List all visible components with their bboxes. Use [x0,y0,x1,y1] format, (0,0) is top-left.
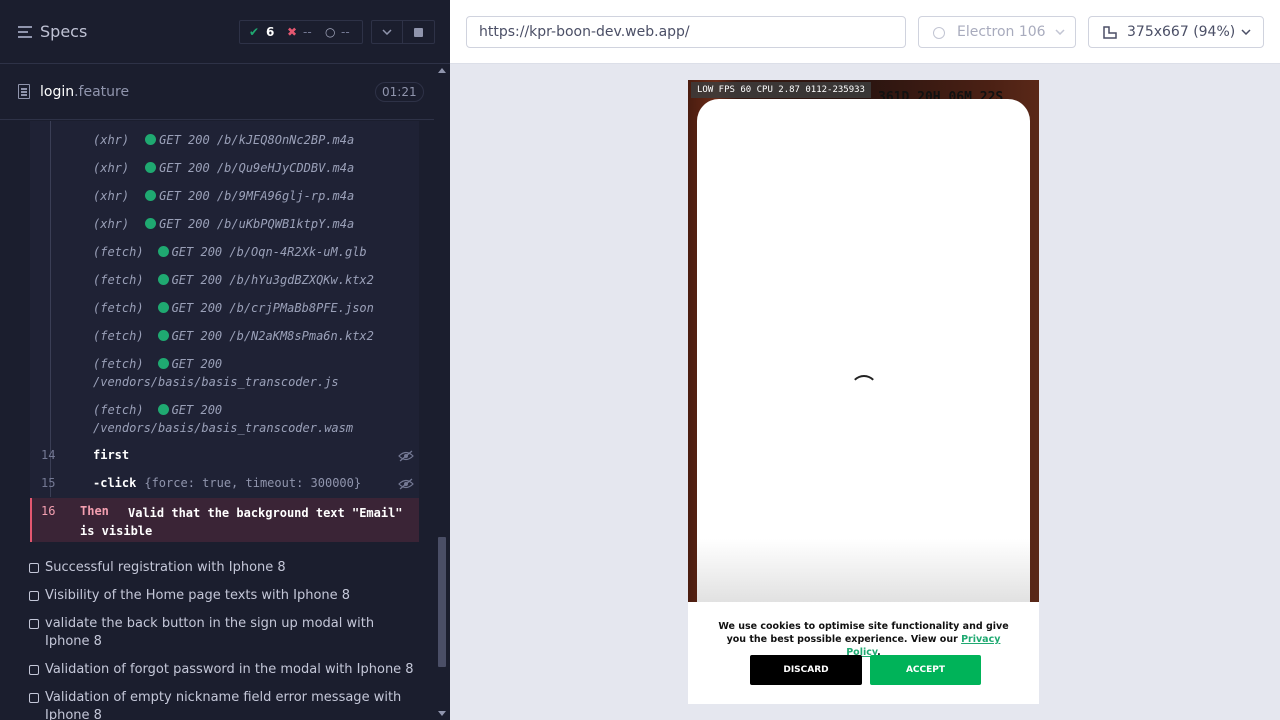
scroll-down-arrow-icon[interactable] [438,711,446,716]
command-number: 14 [41,448,56,462]
stop-icon [414,28,423,37]
test-item[interactable]: Validation of forgot password in the mod… [29,661,419,679]
loading-spinner-icon [850,375,878,403]
test-item[interactable]: Successful registration with Iphone 8 [29,559,419,577]
command-row[interactable]: 15 -click {force: true, timeout: 300000} [30,470,419,498]
accept-button[interactable]: ACCEPT [870,655,981,685]
status-dot-icon [145,134,157,145]
step-number: 16 [41,504,56,518]
modal-fade [697,539,1030,609]
specs-header: Specs ✔ 6 ✖ -- ○ -- [0,0,450,64]
failed-count: -- [303,25,312,39]
ruler-icon [1103,26,1117,39]
command-number: 15 [41,476,56,490]
status-dot-icon [157,330,169,341]
status-dot-icon [157,274,169,285]
spec-file-row: login.feature 01:21 [0,65,434,120]
status-dot-icon [157,246,169,257]
test-item[interactable]: validate the back button in the sign up … [29,615,419,651]
discard-button[interactable]: DISCARD [750,655,862,685]
app-preview-panel: https://kpr-boon-dev.web.app/ Electron 1… [450,0,1280,720]
cookie-message: We use cookies to optimise site function… [718,621,1009,658]
scroll-up-arrow-icon[interactable] [438,68,446,73]
status-dot-icon [145,218,157,229]
command-name: first [93,448,130,462]
log-entry[interactable]: (xhr) GET 200 /b/Qu9eHJyCDDBV.m4a [93,159,354,177]
status-dot-icon [157,302,169,313]
test-item[interactable]: Validation of empty nickname field error… [29,689,419,720]
command-args: {force: true, timeout: 300000} [144,476,362,490]
log-entry[interactable]: (fetch) GET 200 /b/hYu3gdBZXQKw.ktx2 [93,271,374,289]
log-entry[interactable]: (xhr) GET 200 /b/uKbPQWB1ktpY.m4a [93,215,354,233]
pending-test-icon [29,591,39,601]
eye-slash-icon [398,478,414,490]
specs-title[interactable]: Specs [40,22,87,41]
log-entry[interactable]: (xhr) GET 200 /b/kJEQ8OnNc2BP.m4a [93,131,354,149]
chevron-down-icon [382,29,392,35]
command-guide-line [50,121,51,497]
command-row[interactable]: 14 first [30,442,419,470]
pending-count: -- [341,25,350,39]
failed-step-row[interactable]: 16 Then Valid that the background text "… [30,498,419,542]
status-dot-icon [157,404,169,415]
log-entry[interactable]: (fetch) GET 200/vendors/basis/basis_trans… [93,401,353,437]
log-entry[interactable]: (fetch) GET 200/vendors/basis/basis_trans… [93,355,339,391]
x-icon: ✖ [287,25,298,39]
log-entry[interactable]: (fetch) GET 200 /b/crjPMaBb8PFE.json [93,299,374,317]
chevron-down-icon [1241,29,1251,35]
pending-test-icon [29,563,39,573]
run-duration-badge: 01:21 [375,82,424,102]
stop-button[interactable] [403,20,435,44]
scrollbar[interactable] [435,64,450,720]
scrollbar-thumb[interactable] [438,537,446,667]
eye-slash-icon [398,450,414,462]
test-item[interactable]: Visibility of the Home page texts with I… [29,587,419,605]
step-text: Valid that the background text "Email" i… [80,506,403,538]
chevron-down-icon [1055,29,1065,35]
command-name: -click {force: true, timeout: 300000} [93,476,362,490]
status-dot-icon [145,190,157,201]
document-icon [18,84,30,99]
reporter-panel: Specs ✔ 6 ✖ -- ○ -- login.feature 01:21 … [0,0,450,720]
check-icon: ✔ [249,25,260,39]
log-entry[interactable]: (xhr) GET 200 /b/9MFA96glj-rp.m4a [93,187,354,205]
status-dot-icon [145,162,157,173]
log-entry[interactable]: (fetch) GET 200 /b/Oqn-4R2Xk-uM.glb [93,243,367,261]
pending-test-icon [29,693,39,703]
menu-icon[interactable] [18,26,32,38]
passed-count: 6 [266,25,275,39]
status-dot-icon [157,358,169,369]
viewport-select[interactable]: 375x667 (94%) [1088,16,1264,48]
options-dropdown-button[interactable] [371,20,403,44]
spec-file-name[interactable]: login.feature [40,84,129,100]
log-entry[interactable]: (fetch) GET 200 /b/N2aKM8sPma6n.ktx2 [93,327,374,345]
browser-icon [933,27,945,39]
browser-select[interactable]: Electron 106 [918,16,1076,48]
cookie-banner: We use cookies to optimise site function… [688,602,1039,704]
pending-test-icon [29,619,39,629]
performance-overlay: LOW FPS 60 CPU 2.87 0112-235933 [691,82,871,98]
app-under-test-frame: 361D 20H 06M 22S LOW FPS 60 CPU 2.87 011… [688,80,1039,704]
pending-test-icon [29,665,39,675]
run-stats: ✔ 6 ✖ -- ○ -- [239,20,363,44]
url-bar[interactable]: https://kpr-boon-dev.web.app/ [466,16,906,48]
pending-icon: ○ [325,25,336,39]
loading-modal [697,99,1030,609]
preview-toolbar: https://kpr-boon-dev.web.app/ Electron 1… [450,0,1280,64]
